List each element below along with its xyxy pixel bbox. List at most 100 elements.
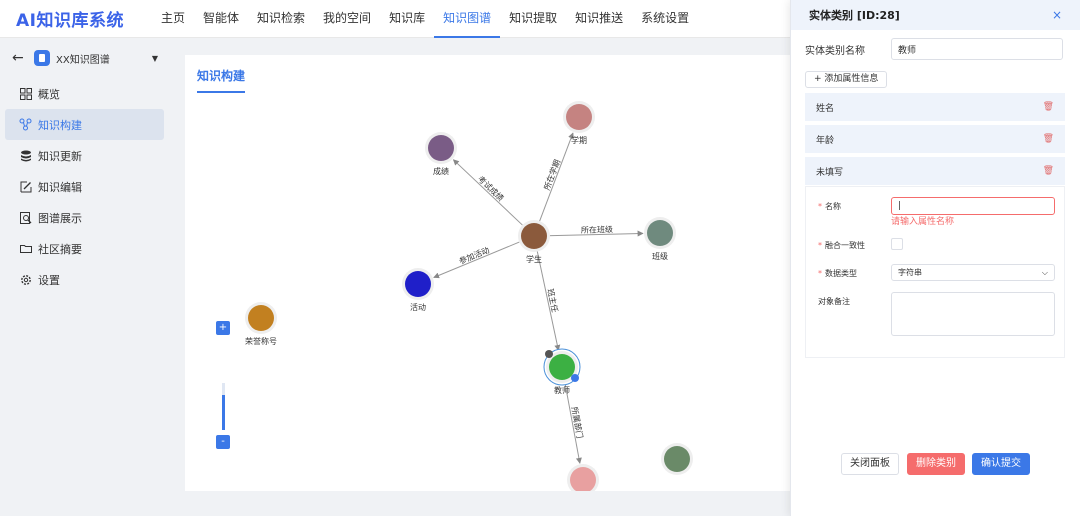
gear-icon [19,273,32,286]
close-panel-button[interactable]: 关闭面板 [841,453,899,475]
sidebar-item-label: 设置 [38,273,60,287]
graph-node[interactable]: 成绩 [425,132,457,176]
trash-icon[interactable]: 🗑 [1043,102,1054,112]
graph-node[interactable] [661,443,693,475]
confirm-submit-button[interactable]: 确认提交 [972,453,1030,475]
attribute-item[interactable]: 年龄 🗑 [805,125,1065,153]
sidebar: ← XX知识图谱 ▼ 概览 知识构建 知识更新 知识编辑 图谱展示 社区摘要 设… [0,38,170,516]
sidebar-item-edit[interactable]: 知识编辑 [5,171,164,202]
remark-textarea[interactable] [891,292,1055,336]
entity-name-input[interactable] [891,38,1063,60]
nav-item-settings[interactable]: 系统设置 [632,0,698,38]
sidebar-item-label: 概览 [38,87,60,101]
zoom-out-button[interactable]: - [216,435,230,449]
node-delete-icon [545,350,553,358]
graph-edge[interactable] [538,132,574,225]
node-label: 教师 [554,385,570,395]
graph-card: 知识构建 考试成绩 所在学期 所在班级 参加活动 班主任 所属部门 学生 成绩 学期 班级 活动荣… [185,55,795,491]
search-doc-icon [19,211,32,224]
remark-label: 对象备注 [818,297,850,306]
graph-edge-label: 所在学期 [541,158,562,191]
entity-panel: 实体类别 [ID:28] × 实体类别名称 + 添加属性信息 姓名 🗑 年龄 🗑… [790,0,1080,516]
graph-name: XX知识图谱 [56,54,110,66]
graph-edge-label: 考试成绩 [476,174,506,203]
attr-name-input[interactable] [891,197,1055,215]
sidebar-item-label: 知识编辑 [38,180,82,194]
edit-icon [19,180,32,193]
data-type-select[interactable]: 字符串 ⌵ [891,264,1055,281]
graph-nodes-icon [19,118,32,131]
zoom-slider[interactable] [222,383,225,430]
nav-item-push[interactable]: 知识推送 [566,0,632,38]
entity-name-row: 实体类别名称 [805,38,1063,60]
sidebar-item-settings[interactable]: 设置 [5,264,164,295]
panel-title: 实体类别 [ID:28] [809,9,900,22]
nav-item-knowledge-base[interactable]: 知识库 [380,0,434,38]
node-circle [549,354,575,380]
sidebar-item-label: 知识构建 [38,118,82,132]
graph-edge-label: 参加活动 [457,245,490,266]
graph-node[interactable]: 教师 [543,348,581,395]
nav-item-extraction[interactable]: 知识提取 [500,0,566,38]
attr-name-label: * 名称 [818,202,841,211]
main-nav: 主页 智能体 知识检索 我的空间 知识库 知识图谱 知识提取 知识推送 系统设置 [152,0,698,38]
node-circle [405,271,431,297]
attribute-label: 未填写 [816,167,844,178]
sidebar-item-build[interactable]: 知识构建 [5,109,164,140]
data-type-label: * 数据类型 [818,269,857,278]
fusion-label: * 融合一致性 [818,241,865,250]
panel-header: 实体类别 [ID:28] × [791,0,1080,30]
sidebar-item-overview[interactable]: 概览 [5,78,164,109]
attribute-form: *名称 请输入属性名称 *融合一致性 *数据类型 字符串 ⌵ 对象备注 [805,186,1065,358]
attribute-label: 姓名 [816,103,835,114]
sidebar-item-display[interactable]: 图谱展示 [5,202,164,233]
graph-node[interactable]: 班级 [644,217,676,261]
nav-item-search[interactable]: 知识检索 [248,0,314,38]
trash-icon[interactable]: 🗑 [1043,166,1054,176]
graph-node[interactable]: 学期 [563,101,595,145]
node-circle [664,446,690,472]
arrow-left-icon[interactable]: ← [12,50,26,66]
caret-down-icon[interactable]: ▼ [152,54,158,63]
nav-item-my-space[interactable]: 我的空间 [314,0,380,38]
node-label: 活动 [410,302,426,312]
node-label: 学期 [571,135,587,145]
graph-nodes: 学生 成绩 学期班级活动 荣誉称号教师 [245,101,693,491]
database-icon [19,149,32,162]
attribute-item[interactable]: 姓名 🗑 [805,93,1065,121]
node-link-icon [571,374,579,382]
folder-icon [19,242,32,255]
graph-node[interactable] [567,464,599,491]
node-circle [248,305,274,331]
sidebar-item-label: 图谱展示 [38,211,82,225]
graph-doc-icon [34,50,50,66]
sidebar-item-community[interactable]: 社区摘要 [5,233,164,264]
attribute-item[interactable]: 未填写 🗑 [805,157,1065,185]
close-icon[interactable]: × [1052,8,1062,22]
nav-item-home[interactable]: 主页 [152,0,194,38]
fusion-checkbox[interactable] [891,238,903,250]
add-attribute-button[interactable]: + 添加属性信息 [805,71,888,88]
delete-category-button[interactable]: 删除类别 [907,453,965,475]
zoom-in-button[interactable]: + [216,321,230,335]
node-label: 学生 [526,254,542,264]
graph-node[interactable]: 活动 [402,268,434,312]
nav-item-agent[interactable]: 智能体 [194,0,248,38]
graph-node[interactable]: 荣誉称号 [245,302,277,346]
nav-item-knowledge-graph[interactable]: 知识图谱 [434,0,501,38]
sidebar-item-label: 知识更新 [38,149,82,163]
grid-icon [19,87,32,100]
sidebar-item-label: 社区摘要 [38,242,82,256]
graph-selector[interactable]: ← XX知识图谱 ▼ [0,38,170,78]
node-circle [521,223,547,249]
node-label: 班级 [652,251,668,261]
trash-icon[interactable]: 🗑 [1043,134,1054,144]
graph-canvas[interactable]: 考试成绩 所在学期所在班级参加活动班主任所属部门 学生成绩学期班级活动荣誉称号教师 [185,55,795,491]
app-logo[interactable]: AI知识库系统 [16,6,152,31]
graph-node[interactable]: 学生 [518,220,550,264]
attr-name-error: 请输入属性名称 [891,217,955,227]
graph-edge[interactable] [452,159,525,228]
data-type-value: 字符串 [898,268,922,277]
graph-edges: 考试成绩 所在学期所在班级参加活动班主任所属部门 [433,132,644,464]
sidebar-item-update[interactable]: 知识更新 [5,140,164,171]
